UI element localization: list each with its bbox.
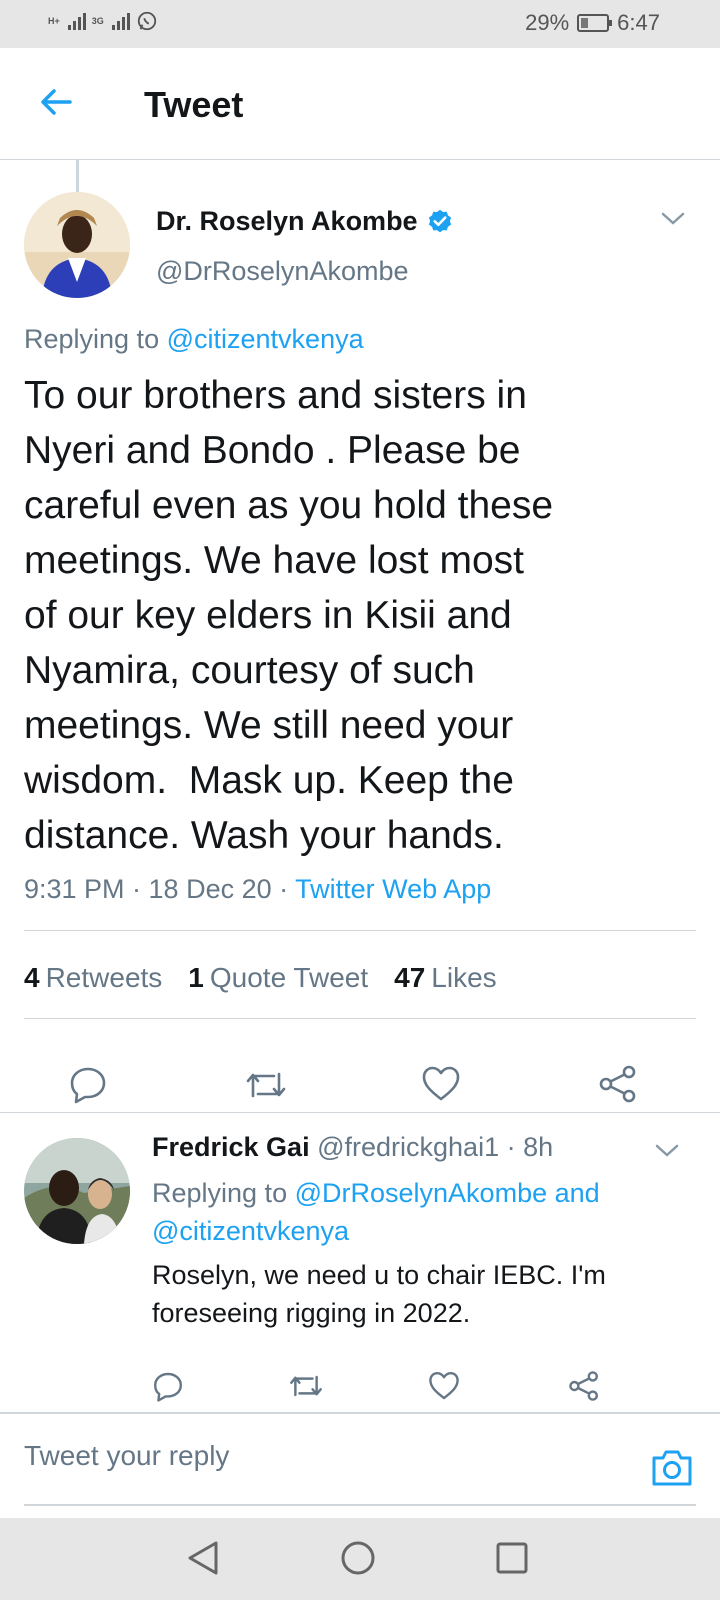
signal-icon <box>67 12 86 30</box>
reply-like-icon[interactable] <box>428 1370 460 1402</box>
author-name[interactable]: Dr. Roselyn Akombe <box>156 206 418 237</box>
chevron-down-icon[interactable] <box>660 210 686 228</box>
whatsapp-icon <box>137 11 156 31</box>
network-type-label-2: 3G <box>91 15 104 26</box>
clock: 6:47 <box>617 10 660 35</box>
reply-replying-to-line: Replying to @DrRoselynAkombe and @citize… <box>152 1174 652 1250</box>
tweet-source-link[interactable]: Twitter Web App <box>295 874 491 904</box>
reply-handle-time: @fredrickghai1 · 8h <box>317 1132 554 1162</box>
status-bar-right: 29% 6:47 <box>525 10 660 36</box>
divider <box>0 1112 720 1113</box>
author-name-row: Dr. Roselyn Akombe <box>156 206 454 237</box>
thread-connector-line <box>76 160 79 192</box>
likes-label: Likes <box>431 962 497 993</box>
retweet-icon[interactable] <box>244 1066 288 1104</box>
network-type-label: H+ <box>48 15 60 26</box>
reply-author-name[interactable]: Fredrick Gai <box>152 1132 310 1162</box>
reply-icon[interactable] <box>68 1064 108 1104</box>
retweets-label: Retweets <box>45 962 163 993</box>
likes-count: 47 <box>394 962 426 993</box>
reply-text: Roselyn, we need u to chair IEBC. I'm fo… <box>152 1260 606 1328</box>
tweet-action-bar <box>0 1064 720 1108</box>
status-bar: H+ 3G 29% 6:47 <box>0 0 720 48</box>
replying-to-prefix: Replying to <box>24 324 160 354</box>
author-handle[interactable]: @DrRoselynAkombe <box>156 256 409 287</box>
quote-tweets-stat[interactable]: 1 Quote Tweet <box>188 962 368 994</box>
reply-chevron-down-icon[interactable] <box>654 1142 680 1160</box>
battery-percent: 29% <box>525 10 570 35</box>
verified-badge-icon <box>428 209 451 232</box>
tweet-text: To our brothers and sisters in Nyeri and… <box>24 374 554 857</box>
battery-fill <box>581 18 589 28</box>
engagement-stats: 4 Retweets 1 Quote Tweet 47 Likes <box>24 962 497 994</box>
camera-icon[interactable] <box>650 1448 694 1488</box>
page-title: Tweet <box>144 84 244 125</box>
author-avatar[interactable] <box>24 192 130 298</box>
arrow-left-icon[interactable] <box>36 82 76 122</box>
composer-underline <box>24 1504 696 1506</box>
likes-stat[interactable]: 47 Likes <box>394 962 497 994</box>
replying-to-link[interactable]: @citizentvkenya <box>167 324 364 354</box>
reply-reply-icon[interactable] <box>152 1370 184 1402</box>
tweet-meta: 9:31 PM · 18 Dec 20 · Twitter Web App <box>24 874 491 905</box>
top-app-bar: Tweet <box>0 48 720 160</box>
reply-action-bar <box>0 1370 720 1404</box>
share-icon[interactable] <box>598 1064 638 1104</box>
quote-tweets-count: 1 <box>188 962 204 993</box>
status-bar-left: H+ 3G <box>48 10 158 32</box>
divider <box>24 930 696 931</box>
quote-tweets-label: Quote Tweet <box>209 962 369 993</box>
like-icon[interactable] <box>421 1064 461 1104</box>
reply-author-avatar[interactable] <box>24 1138 130 1244</box>
home-nav-icon[interactable] <box>338 1538 378 1578</box>
divider <box>24 1018 696 1019</box>
retweets-stat[interactable]: 4 Retweets <box>24 962 162 994</box>
reply-share-icon[interactable] <box>568 1370 600 1402</box>
reply-composer-input[interactable]: Tweet your reply <box>24 1440 584 1472</box>
reply-retweet-icon[interactable] <box>288 1370 324 1402</box>
signal-icon-2 <box>111 12 130 30</box>
battery-icon <box>577 14 613 32</box>
system-navigation-bar <box>0 1518 720 1600</box>
reply-replying-to-prefix: Replying to <box>152 1178 288 1208</box>
recents-nav-icon[interactable] <box>492 1538 532 1578</box>
back-nav-icon[interactable] <box>184 1538 224 1578</box>
replying-to-line: Replying to @citizentvkenya <box>24 324 364 355</box>
reply-header: Fredrick Gai @fredrickghai1 · 8h <box>152 1132 553 1163</box>
tweet-timestamp: 9:31 PM · 18 Dec 20 · <box>24 874 296 904</box>
retweets-count: 4 <box>24 962 40 993</box>
divider <box>0 1412 720 1414</box>
